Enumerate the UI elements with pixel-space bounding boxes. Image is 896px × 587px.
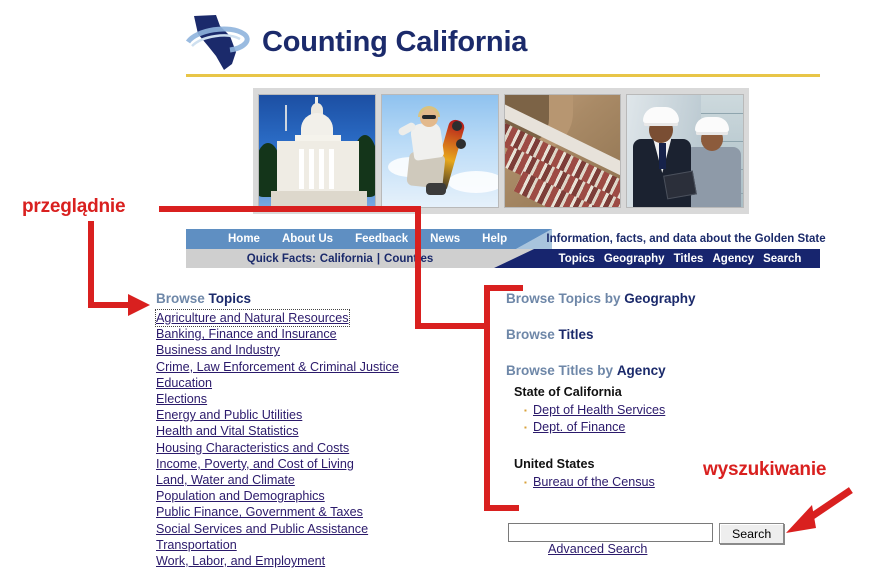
- quick-facts-california-link[interactable]: California: [320, 253, 373, 265]
- topic-link-energy[interactable]: Energy and Public Utilities: [156, 408, 302, 422]
- topic-link-education[interactable]: Education: [156, 376, 212, 390]
- topic-link-income[interactable]: Income, Poverty, and Cost of Living: [156, 457, 354, 471]
- topic-link-work-labor[interactable]: Work, Labor, and Employment: [156, 554, 325, 568]
- list-item: Transportation: [156, 537, 456, 553]
- list-item: Energy and Public Utilities: [156, 407, 456, 423]
- list-item: Land, Water and Climate: [156, 472, 456, 488]
- browse-agency-heading[interactable]: Browse Titles by Agency: [506, 363, 816, 378]
- topic-link-social-services[interactable]: Social Services and Public Assistance: [156, 522, 368, 536]
- agency-group-state-of-california: State of California: [514, 385, 622, 399]
- agency-link-dept-finance[interactable]: Dept. of Finance: [533, 420, 625, 434]
- advanced-search-link[interactable]: Advanced Search: [548, 542, 647, 556]
- browse-titles-block: Browse Titles: [506, 327, 816, 342]
- aerial-housing-development-photo: [503, 94, 622, 208]
- list-item: Dept of Health Services: [524, 402, 816, 419]
- topic-link-transportation[interactable]: Transportation: [156, 538, 237, 552]
- browse-by-geography-block: Browse Topics by Geography: [506, 291, 816, 306]
- list-item: Crime, Law Enforcement & Criminal Justic…: [156, 359, 456, 375]
- nav-feedback[interactable]: Feedback: [355, 233, 408, 245]
- list-item: Work, Labor, and Employment: [156, 553, 456, 569]
- browse-topics-heading-light: Browse: [156, 291, 205, 306]
- topic-link-business[interactable]: Business and Industry: [156, 343, 280, 357]
- secondary-nav-items: Topics Geography Titles Agency Search: [534, 249, 820, 268]
- site-navigation: Home About Us Feedback News Help Informa…: [186, 229, 826, 268]
- nav-titles[interactable]: Titles: [674, 253, 704, 265]
- browse-agency-heading-bold: Agency: [616, 363, 666, 378]
- list-item: Income, Poverty, and Cost of Living: [156, 456, 456, 472]
- browse-geography-heading-light: Browse Topics by: [506, 291, 621, 306]
- browse-agency-heading-light: Browse Titles by: [506, 363, 614, 378]
- california-state-capitol-photo: [258, 94, 376, 208]
- list-item: Agriculture and Natural Resources: [155, 308, 456, 328]
- photo-banner: [253, 88, 749, 214]
- topic-link-public-finance[interactable]: Public Finance, Government & Taxes: [156, 505, 363, 519]
- annotation-label-wyszukiwanie: wyszukiwanie: [703, 459, 827, 480]
- browse-topics-heading-bold: Topics: [208, 291, 252, 306]
- search-input[interactable]: [508, 523, 713, 542]
- gold-divider: [186, 74, 820, 77]
- nav-help[interactable]: Help: [482, 233, 507, 245]
- list-item: Housing Characteristics and Costs: [156, 440, 456, 456]
- list-item: Business and Industry: [156, 342, 456, 358]
- nav-search[interactable]: Search: [763, 253, 801, 265]
- list-item: Population and Demographics: [156, 488, 456, 504]
- topic-link-agriculture[interactable]: Agriculture and Natural Resources: [155, 308, 350, 328]
- annotation-label-przegladnie: przeglądnie: [22, 196, 126, 217]
- list-item: Dept. of Finance: [524, 419, 816, 436]
- counting-california-logo-icon: [185, 12, 256, 74]
- site-tagline: Information, facts, and data about the G…: [546, 233, 826, 245]
- browse-topics-panel: Browse Topics Agriculture and Natural Re…: [155, 291, 456, 569]
- browse-geography-heading[interactable]: Browse Topics by Geography: [506, 291, 816, 306]
- skateboarder-photo: [380, 94, 499, 208]
- nav-agency[interactable]: Agency: [712, 253, 754, 265]
- topic-link-health[interactable]: Health and Vital Statistics: [156, 424, 299, 438]
- nav-about-us[interactable]: About Us: [282, 233, 333, 245]
- browse-titles-heading-light: Browse: [506, 327, 555, 342]
- primary-nav-items: Home About Us Feedback News Help: [186, 229, 507, 249]
- list-item: Education: [156, 375, 456, 391]
- topic-link-land[interactable]: Land, Water and Climate: [156, 473, 295, 487]
- quick-facts-counties-link[interactable]: Counties: [384, 253, 433, 265]
- browse-topics-heading: Browse Topics: [156, 291, 456, 306]
- topic-link-crime[interactable]: Crime, Law Enforcement & Criminal Justic…: [156, 360, 399, 374]
- agency-link-bureau-of-the-census[interactable]: Bureau of the Census: [533, 475, 655, 489]
- professionals-hardhats-photo: [626, 94, 744, 208]
- agency-link-dept-health-services[interactable]: Dept of Health Services: [533, 403, 665, 417]
- page-root: Counting California Home About Us Feedba…: [0, 0, 896, 587]
- list-item: Elections: [156, 391, 456, 407]
- page-title: Counting California: [262, 26, 528, 58]
- quick-facts-bar: Quick Facts: California | Counties: [186, 249, 494, 268]
- site-header: Counting California: [185, 12, 820, 74]
- browse-titles-heading-bold: Titles: [558, 327, 594, 342]
- search-button[interactable]: Search: [719, 523, 785, 544]
- topic-link-banking[interactable]: Banking, Finance and Insurance: [156, 327, 337, 341]
- list-item: Public Finance, Government & Taxes: [156, 504, 456, 520]
- nav-topics[interactable]: Topics: [559, 253, 595, 265]
- nav-news[interactable]: News: [430, 233, 460, 245]
- nav-geography[interactable]: Geography: [604, 253, 665, 265]
- quick-facts-separator: |: [376, 252, 381, 265]
- list-item: Banking, Finance and Insurance: [156, 326, 456, 342]
- agency-list-state-of-california: Dept of Health Services Dept. of Finance: [524, 402, 816, 435]
- search-area: Search: [508, 523, 785, 544]
- topic-link-housing[interactable]: Housing Characteristics and Costs: [156, 441, 349, 455]
- topic-link-elections[interactable]: Elections: [156, 392, 207, 406]
- list-item: Social Services and Public Assistance: [156, 521, 456, 537]
- browse-titles-heading[interactable]: Browse Titles: [506, 327, 816, 342]
- topic-link-population[interactable]: Population and Demographics: [156, 489, 325, 503]
- list-item: Health and Vital Statistics: [156, 423, 456, 439]
- quick-facts-label: Quick Facts:: [246, 252, 316, 265]
- browse-geography-heading-bold: Geography: [624, 291, 696, 306]
- nav-home[interactable]: Home: [228, 233, 260, 245]
- topic-list: Agriculture and Natural Resources Bankin…: [155, 308, 456, 569]
